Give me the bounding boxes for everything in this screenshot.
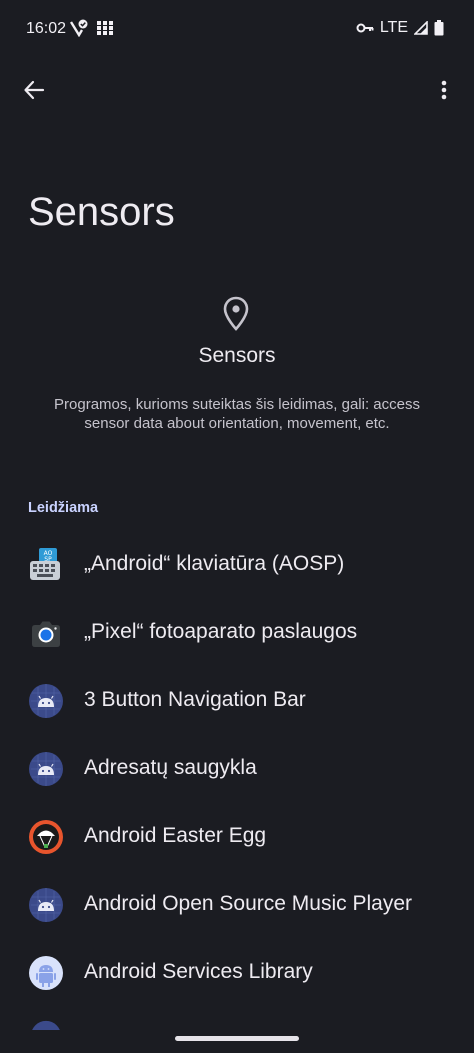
list-item[interactable]: 3 Button Navigation Bar — [0, 666, 474, 734]
page-title: Sensors — [28, 190, 175, 234]
list-item[interactable]: Android Open Source Music Player — [0, 870, 474, 938]
android-icon — [29, 684, 63, 718]
list-item[interactable]: AO SP „Android“ klaviatūra (AOSP) — [0, 530, 474, 598]
permission-description: Programos, kurioms suteiktas šis leidima… — [54, 396, 420, 432]
network-type: LTE — [379, 19, 408, 36]
more-vert-icon — [441, 80, 447, 100]
app-label: Adresatų saugykla — [84, 756, 257, 779]
permission-title: Sensors — [198, 344, 276, 367]
list-item[interactable]: Android Easter Egg — [0, 802, 474, 870]
section-header-allowed: Leidžiama — [28, 500, 99, 516]
app-label: 3 Button Navigation Bar — [84, 688, 306, 711]
app-label: „Pixel“ fotoaparato paslaugos — [84, 620, 358, 643]
app-label: Android Services Library — [84, 960, 313, 983]
android-services-icon — [29, 956, 63, 990]
back-button[interactable] — [14, 70, 54, 110]
status-bar: 16:02 LTE — [0, 0, 474, 58]
camera-icon — [32, 621, 60, 647]
signal-icon — [414, 21, 428, 35]
android-icon — [29, 888, 63, 922]
more-options-button[interactable] — [424, 70, 464, 110]
top-app-bar — [0, 70, 474, 110]
vpn-check-icon — [70, 19, 88, 37]
list-item[interactable]: „Pixel“ fotoaparato paslaugos — [0, 598, 474, 666]
android-icon — [30, 1020, 62, 1030]
gesture-nav-handle[interactable] — [175, 1036, 299, 1041]
app-label: Android Easter Egg — [84, 824, 267, 847]
location-pin-icon — [223, 296, 249, 331]
allowed-app-list: AO SP „Android“ klaviatūra (AOSP) „Pixel… — [0, 530, 474, 1006]
arrow-back-icon — [24, 80, 45, 100]
app-label: „Android“ klaviatūra (AOSP) — [84, 552, 345, 575]
status-time: 16:02 — [26, 20, 67, 37]
vpn-key-icon — [356, 23, 374, 33]
app-label: Android Open Source Music Player — [84, 892, 412, 915]
battery-icon — [434, 20, 444, 36]
easter-egg-icon — [29, 820, 63, 854]
app-grid-icon — [97, 21, 113, 35]
aosp-keyboard-icon: AO SP — [30, 548, 60, 580]
list-item[interactable]: Adresatų saugykla — [0, 734, 474, 802]
android-icon — [29, 752, 63, 786]
list-item[interactable]: Android Services Library — [0, 938, 474, 1006]
